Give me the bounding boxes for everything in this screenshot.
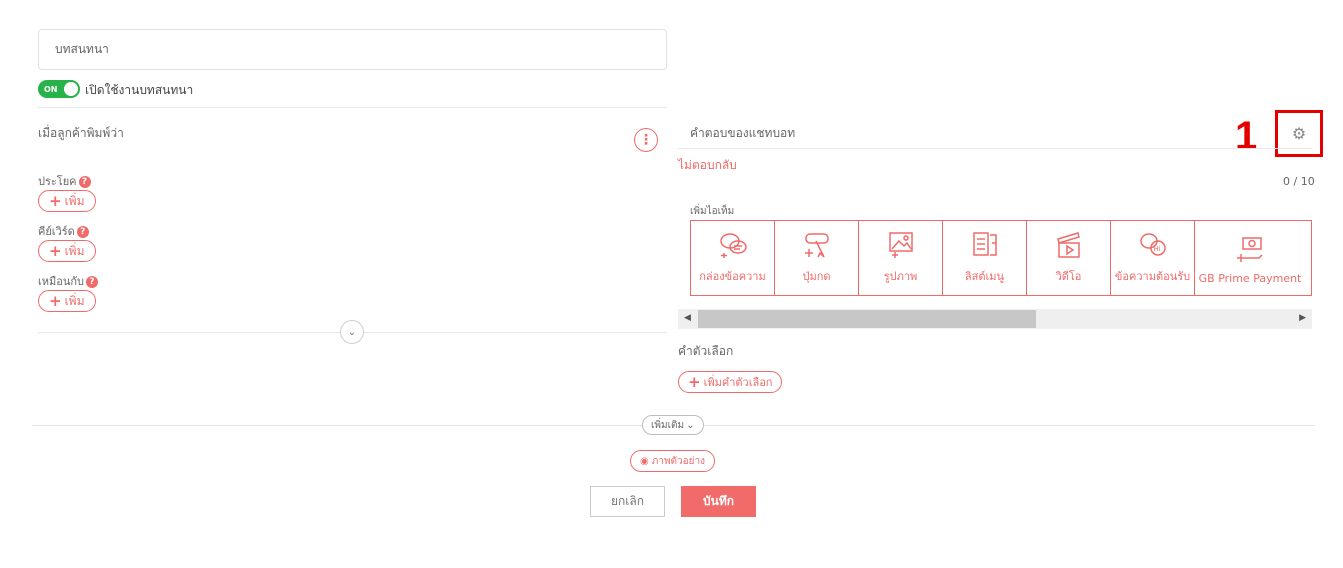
toggle-label: เปิดใช้งานบทสนทนา <box>85 83 194 97</box>
eye-icon: ◉ <box>640 455 649 467</box>
item-label: ปุ่มกด <box>802 270 831 283</box>
item-image[interactable]: รูปภาพ <box>859 221 943 295</box>
add-sentence-label: เพิ่ม <box>64 193 85 208</box>
save-button[interactable]: บันทึก <box>681 486 756 517</box>
scrollbar-thumb[interactable] <box>698 310 1036 328</box>
item-type-grid: กล่องข้อความ ปุ่มกด รูปภาพ ลิสต์เมนู วิด… <box>690 220 1312 296</box>
item-counter: 0 / 10 <box>1283 175 1315 188</box>
customer-types-header: เมื่อลูกค้าพิมพ์ว่า <box>38 126 124 140</box>
divider <box>678 148 1312 149</box>
item-list-menu[interactable]: ลิสต์เมนู <box>943 221 1027 295</box>
svg-text:Hi: Hi <box>1153 245 1160 253</box>
sentence-label: ประโยค <box>38 175 77 188</box>
payment-icon <box>1237 237 1263 262</box>
plus-icon: + <box>49 291 62 310</box>
plus-icon: + <box>49 191 62 210</box>
similar-label: เหมือนกับ <box>38 275 85 288</box>
sentence-section-label: ประโยค? <box>38 172 91 190</box>
gear-icon: ⚙ <box>1291 124 1307 143</box>
add-option-button[interactable]: + เพิ่มคำตัวเลือก <box>678 371 783 393</box>
plus-icon: + <box>49 241 62 260</box>
add-similar-button[interactable]: + เพิ่ม <box>38 290 96 312</box>
welcome-message-icon: Hi <box>1139 233 1166 256</box>
add-keyword-button[interactable]: + เพิ่ม <box>38 240 96 262</box>
message-box-icon <box>719 233 747 258</box>
more-label: เพิ่มเติม <box>651 419 685 431</box>
add-option-label: เพิ่มคำตัวเลือก <box>703 376 773 389</box>
item-button[interactable]: ปุ่มกด <box>775 221 859 295</box>
keyword-section-label: คีย์เวิร์ด? <box>38 222 89 240</box>
add-keyword-label: เพิ่ม <box>64 243 85 258</box>
enable-toggle[interactable]: ON <box>38 80 80 98</box>
image-icon <box>888 232 913 258</box>
item-video[interactable]: วิดีโอ <box>1027 221 1111 295</box>
scroll-left-icon[interactable]: ◀ <box>684 313 691 323</box>
settings-button[interactable]: ⚙ <box>1275 110 1323 157</box>
item-label: ลิสต์เมนู <box>964 270 1005 283</box>
item-label: ข้อความต้อนรับ <box>1114 270 1191 283</box>
chevron-down-icon: ⌄ <box>686 419 695 431</box>
item-welcome-message[interactable]: Hi ข้อความต้อนรับ <box>1111 221 1195 295</box>
video-icon <box>1056 232 1080 258</box>
no-reply-link[interactable]: ไม่ตอบกลับ <box>678 156 737 175</box>
chevron-down-icon[interactable]: ⌄ <box>340 320 364 344</box>
add-item-label: เพิ่มไอเท็ม <box>690 206 735 217</box>
add-sentence-button[interactable]: + เพิ่ม <box>38 190 96 212</box>
button-icon <box>804 233 829 258</box>
item-label: วิดีโอ <box>1055 270 1082 283</box>
scroll-right-icon[interactable]: ▶ <box>1299 313 1306 323</box>
more-options-icon[interactable]: ⋮ <box>634 128 658 152</box>
options-label: คำตัวเลือก <box>678 344 734 358</box>
plus-icon: + <box>688 372 701 391</box>
item-label: GB Prime Payment <box>1198 272 1302 285</box>
toggle-knob <box>64 82 78 96</box>
preview-button[interactable]: ◉ ภาพตัวอย่าง <box>630 450 716 472</box>
item-gb-prime-payment[interactable]: GB Prime Payment <box>1195 221 1305 295</box>
preview-label: ภาพตัวอย่าง <box>651 455 706 467</box>
save-label: บันทึก <box>703 494 734 508</box>
conversation-name-value: บทสนทนา <box>55 42 109 56</box>
cancel-label: ยกเลิก <box>610 494 645 508</box>
add-similar-label: เพิ่ม <box>64 293 85 308</box>
item-message-box[interactable]: กล่องข้อความ <box>691 221 775 295</box>
more-button[interactable]: เพิ่มเติม ⌄ <box>642 415 704 435</box>
help-icon[interactable]: ? <box>76 226 89 238</box>
help-icon[interactable]: ? <box>86 276 99 288</box>
cancel-button[interactable]: ยกเลิก <box>590 486 665 517</box>
similar-section-label: เหมือนกับ? <box>38 272 99 290</box>
annotation-number: 1 <box>1235 114 1258 158</box>
toggle-state: ON <box>44 84 58 94</box>
keyword-label: คีย์เวิร์ด <box>38 225 75 238</box>
conversation-name-input[interactable]: บทสนทนา <box>38 29 667 70</box>
help-icon[interactable]: ? <box>78 176 91 188</box>
item-label: กล่องข้อความ <box>699 270 766 283</box>
divider <box>38 107 667 108</box>
list-menu-icon <box>972 232 997 256</box>
item-label: รูปภาพ <box>883 270 918 283</box>
chatbot-reply-header: คำตอบของแชทบอท <box>690 126 796 140</box>
